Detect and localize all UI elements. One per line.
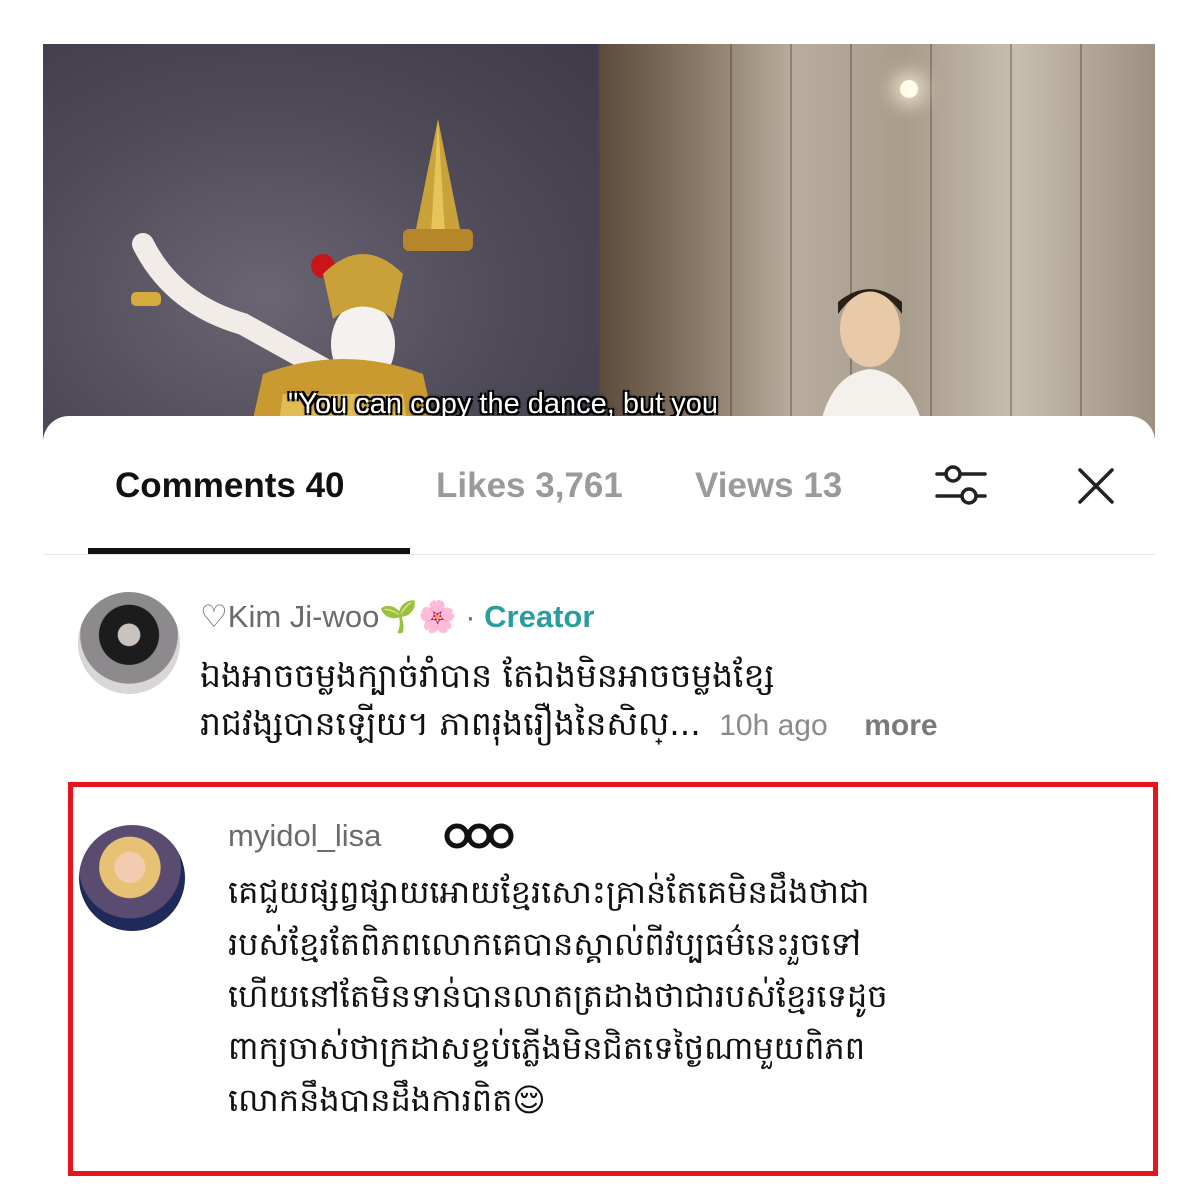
ellipsis: ... — [669, 704, 701, 743]
tab-likes[interactable]: Likes 3,761 — [436, 466, 623, 506]
close-button[interactable] — [1068, 458, 1124, 514]
comment-line: រាជវង្សបានឡើយ។ ភាពរុងរឿងនៃសិល្ — [200, 704, 670, 743]
filter-button[interactable] — [931, 456, 991, 516]
sliders-icon — [935, 465, 987, 505]
comment-text: ឯងអាចចម្លងក្បាច់រាំបាន តែឯងមិនអាចចម្លងខ្… — [200, 652, 938, 750]
avatar[interactable] — [78, 592, 180, 694]
comment-text: គេជួយផ្សព្វផ្សាយអោយខ្មែរសោះគ្រាន់តែគេមិន… — [228, 866, 888, 1126]
badge — [443, 820, 515, 852]
avatar[interactable] — [79, 825, 185, 931]
username-separator: · — [456, 599, 485, 634]
comment-author-line: ♡Kim Ji-woo🌱🌸 · Creator — [200, 598, 594, 635]
creator-badge: Creator — [484, 599, 595, 634]
comment-line: លោកនឹងបានដឹងការពិត😌 — [228, 1081, 546, 1119]
tab-comments[interactable]: Comments 40 — [115, 466, 345, 506]
comment-line-last: រាជវង្សបានឡើយ។ ភាពរុងរឿងនៃសិល្... 10h ag… — [200, 700, 938, 750]
comment-line: គេជួយផ្សព្វផ្សាយអោយខ្មែរសោះគ្រាន់តែគេមិន… — [228, 873, 870, 911]
tab-bar: Comments 40 Likes 3,761 Views 13 — [43, 416, 1155, 556]
comment-username[interactable]: ♡Kim Ji-woo🌱🌸 — [200, 599, 457, 634]
comment-line: ហើយនៅតែមិនទាន់បានលាតត្រដាងថាជារបស់ខ្មែរទ… — [228, 977, 888, 1015]
comment-line: ឯងអាចចម្លងក្បាច់រាំបាន តែឯងមិនអាចចម្លងខ្… — [200, 656, 775, 695]
tab-divider — [43, 554, 1155, 555]
tab-views[interactable]: Views 13 — [695, 466, 863, 506]
comment-line: របស់ខ្មែរតែពិភពលោកគេបានស្គាល់ពីវប្បធម៌នេ… — [228, 925, 861, 963]
comment-username[interactable]: myidol_lisa — [228, 818, 381, 854]
comment-line: ពាក្យចាស់ថាក្រដាសខ្ទប់ភ្លើងមិនជិតទេថ្ងៃណ… — [228, 1029, 866, 1067]
more-link[interactable]: more — [864, 709, 937, 742]
video-preview[interactable]: "You can copy the dance, but you — [43, 44, 1155, 464]
chain-badge-icon — [444, 823, 514, 849]
comment-time: 10h ago — [719, 709, 828, 742]
close-icon — [1078, 468, 1114, 504]
